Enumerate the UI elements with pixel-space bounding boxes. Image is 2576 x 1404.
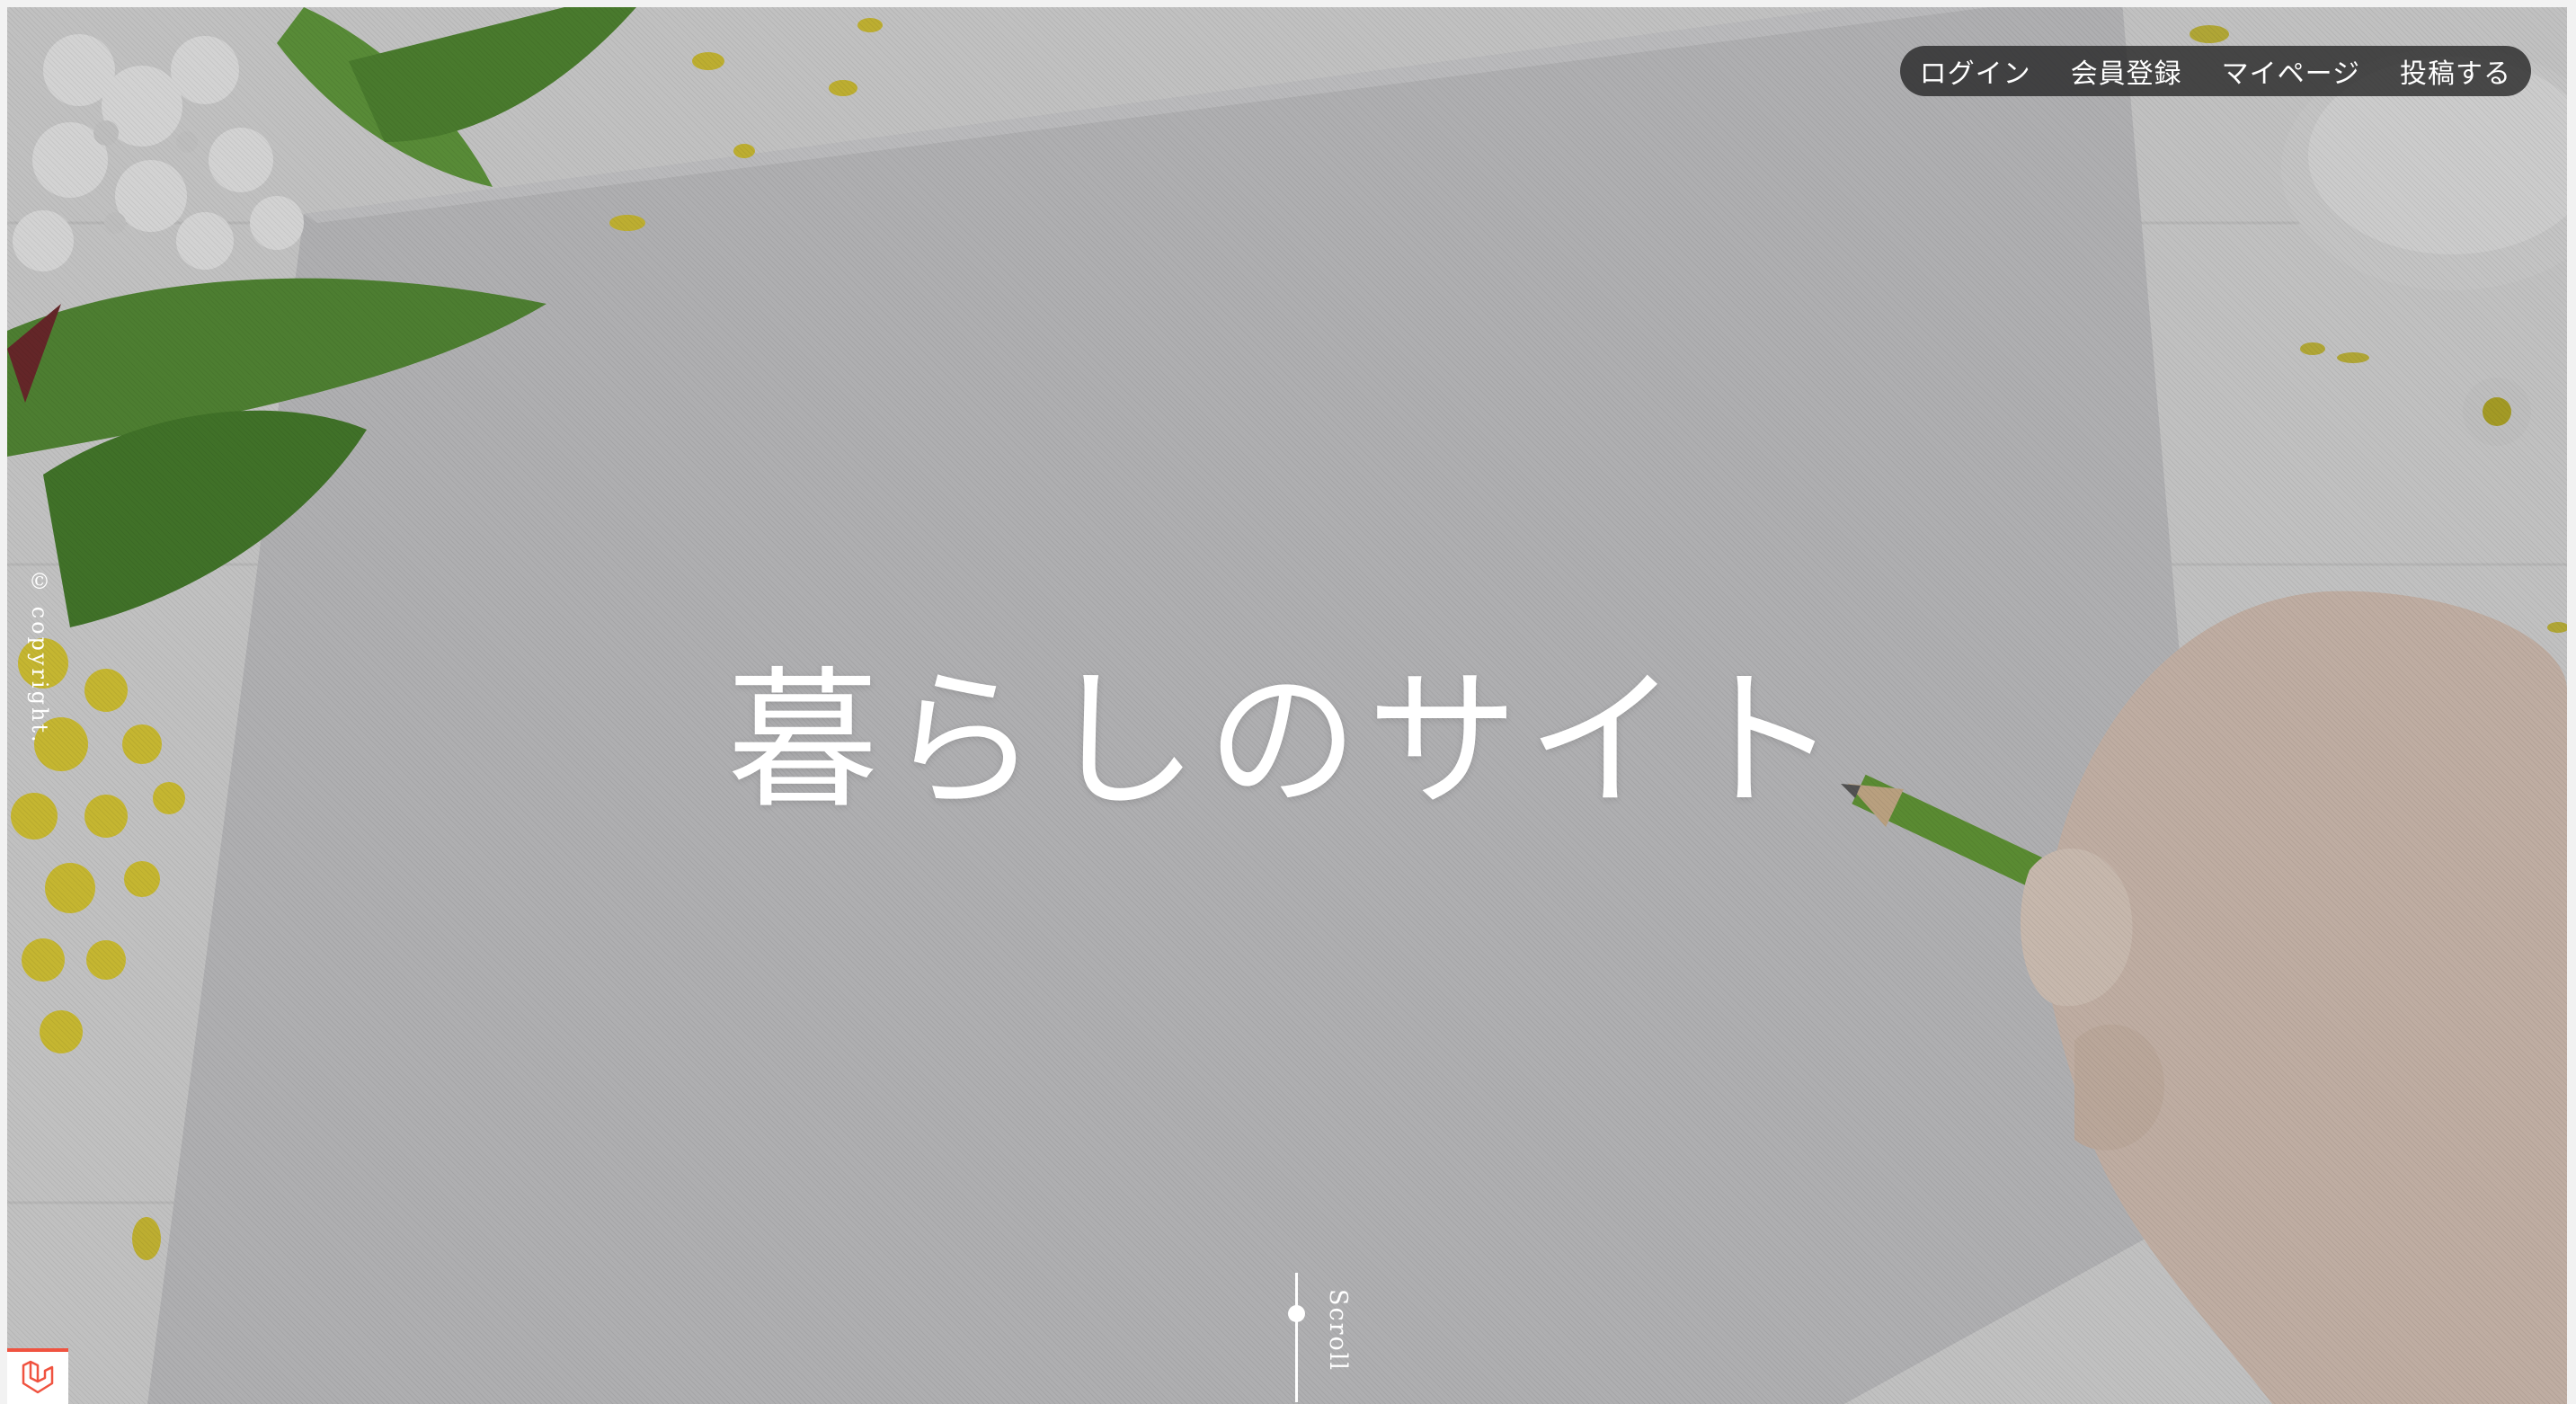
scroll-indicator[interactable]: Scroll	[1282, 1273, 1363, 1404]
scroll-dot-icon	[1288, 1305, 1305, 1322]
nav-login-link[interactable]: ログイン	[1920, 51, 2031, 91]
header-nav: ログイン 会員登録 マイページ 投稿する	[1899, 46, 2531, 96]
scroll-indicator-icon	[1295, 1273, 1298, 1402]
nav-post-link[interactable]: 投稿する	[2400, 51, 2511, 91]
laravel-logo-shape	[22, 1360, 54, 1394]
laravel-logo-icon[interactable]	[7, 1348, 68, 1404]
nav-register-link[interactable]: 会員登録	[2071, 51, 2182, 91]
scroll-label: Scroll	[1324, 1289, 1352, 1373]
hero-section: ログイン 会員登録 マイページ 投稿する © copyright. 暮らしのサイ…	[7, 7, 2567, 1404]
site-title: 暮らしのサイト	[727, 653, 1847, 829]
nav-mypage-link[interactable]: マイページ	[2222, 51, 2360, 91]
